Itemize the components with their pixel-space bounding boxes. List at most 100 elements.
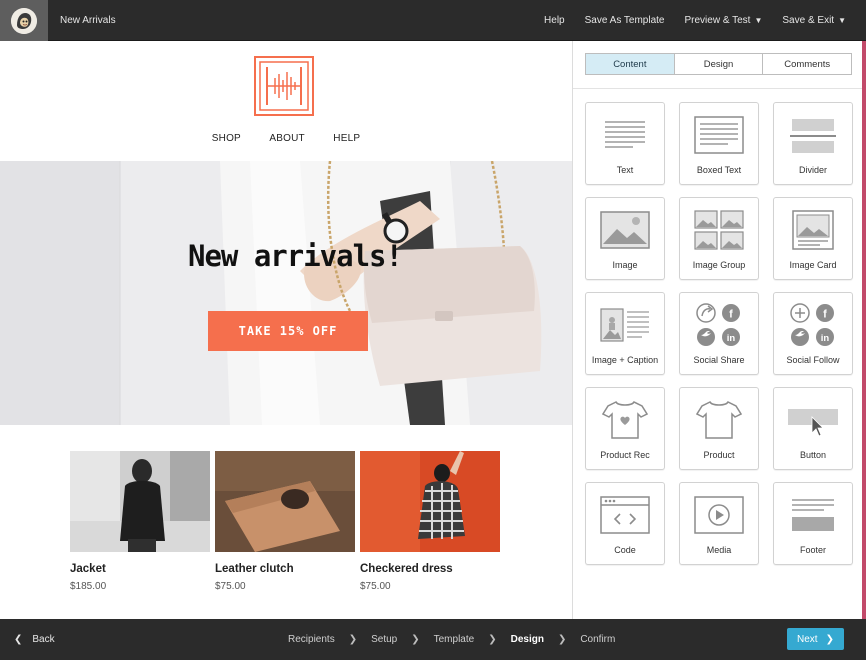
footer-icon: [774, 491, 852, 539]
block-image-group[interactable]: Image Group: [679, 197, 759, 280]
nav-shop[interactable]: SHOP: [212, 133, 241, 144]
image-caption-icon: [586, 301, 664, 349]
freddie-logo-icon: [11, 7, 37, 34]
block-boxed-text[interactable]: Boxed Text: [679, 102, 759, 185]
hero-photo: [0, 161, 572, 425]
block-text[interactable]: Text: [585, 102, 665, 185]
save-exit-label: Save & Exit: [782, 15, 835, 26]
product-card[interactable]: Checkered dress $75.00: [360, 451, 500, 592]
email-nav: SHOP ABOUT HELP: [0, 126, 572, 144]
media-play-icon: [680, 491, 758, 539]
window-edge-accent: [862, 41, 866, 619]
block-footer[interactable]: Footer: [773, 482, 853, 565]
block-image-caption[interactable]: Image + Caption: [585, 292, 665, 375]
chevron-right-icon: ❯: [825, 633, 834, 645]
block-label: Social Follow: [786, 355, 840, 365]
next-label: Next: [797, 633, 818, 645]
code-window-icon: [586, 491, 664, 539]
save-exit-dropdown[interactable]: Save & Exit ▼: [782, 15, 846, 26]
product-price: $185.00: [70, 581, 107, 592]
email-canvas[interactable]: SHOP ABOUT HELP New arrivals! TAKE 15% O…: [0, 41, 572, 619]
block-label: Image: [612, 260, 638, 270]
back-button[interactable]: ❮ Back: [14, 619, 55, 660]
step-template[interactable]: Template: [434, 634, 475, 645]
block-product-rec[interactable]: Product Rec: [585, 387, 665, 470]
hero-cta-button[interactable]: TAKE 15% OFF: [208, 311, 368, 351]
save-as-template-label: Save As Template: [584, 15, 665, 26]
chevron-right-icon: ❯: [557, 634, 567, 645]
block-divider[interactable]: Divider: [773, 102, 853, 185]
product-price: $75.00: [360, 581, 391, 592]
block-label: Button: [799, 450, 827, 460]
brand-logo: [254, 56, 314, 116]
step-confirm[interactable]: Confirm: [580, 634, 615, 645]
block-label: Product Rec: [600, 450, 650, 460]
product-card[interactable]: Leather clutch $75.00: [215, 451, 355, 592]
product-name: Checkered dress: [360, 563, 453, 575]
preview-test-label: Preview & Test: [684, 15, 751, 26]
campaign-title: New Arrivals: [60, 15, 116, 26]
image-card-icon: [774, 206, 852, 254]
svg-text:f: f: [823, 309, 827, 321]
chevron-left-icon: ❮: [14, 634, 23, 645]
product-name: Leather clutch: [215, 563, 294, 575]
panel-tabs: Content Design Comments: [585, 53, 852, 75]
email-header-block[interactable]: SHOP ABOUT HELP: [0, 41, 572, 161]
text-lines-icon: [586, 111, 664, 159]
block-social-follow[interactable]: f in Social Follow: [773, 292, 853, 375]
help-label: Help: [544, 15, 565, 26]
workflow-steps: Recipients ❯ Setup ❯ Template ❯ Design ❯…: [288, 619, 615, 660]
image-icon: [586, 206, 664, 254]
block-label: Boxed Text: [696, 165, 742, 175]
block-label: Text: [616, 165, 634, 175]
product-card[interactable]: Jacket $185.00: [70, 451, 210, 592]
save-as-template-link[interactable]: Save As Template: [585, 15, 665, 26]
bottom-bar: ❮ Back Recipients ❯ Setup ❯ Template ❯ D…: [0, 619, 866, 660]
app-logo[interactable]: [0, 0, 48, 41]
button-cursor-icon: [774, 396, 852, 444]
tab-content[interactable]: Content: [586, 54, 675, 74]
chevron-right-icon: ❯: [348, 634, 358, 645]
product-price: $75.00: [215, 581, 246, 592]
block-code[interactable]: Code: [585, 482, 665, 565]
divider-icon: [774, 111, 852, 159]
help-link[interactable]: Help: [544, 15, 565, 26]
chevron-down-icon: ▼: [754, 16, 763, 25]
back-label: Back: [32, 634, 55, 645]
panel-divider: [573, 88, 866, 89]
block-image-card[interactable]: Image Card: [773, 197, 853, 280]
boxed-text-icon: [680, 111, 758, 159]
preview-test-dropdown[interactable]: Preview & Test ▼: [685, 15, 763, 26]
block-button[interactable]: Button: [773, 387, 853, 470]
product-image-dress: [360, 451, 500, 552]
tab-comments[interactable]: Comments: [763, 54, 852, 74]
block-label: Image Group: [692, 260, 746, 270]
hero-block[interactable]: New arrivals! TAKE 15% OFF: [0, 161, 572, 425]
block-label: Image Card: [789, 260, 837, 270]
block-label: Image + Caption: [591, 355, 659, 365]
block-social-share[interactable]: f in Social Share: [679, 292, 759, 375]
email-builder-app: New Arrivals Help Save As Template Previ…: [0, 0, 866, 660]
block-label: Code: [614, 545, 636, 555]
product-image-jacket: [70, 451, 210, 552]
block-image[interactable]: Image: [585, 197, 665, 280]
step-design[interactable]: Design: [511, 634, 544, 645]
tab-design[interactable]: Design: [674, 54, 764, 74]
chevron-right-icon: ❯: [488, 634, 497, 645]
image-group-icon: [680, 206, 758, 254]
product-tshirt-icon: [680, 396, 758, 444]
next-button[interactable]: Next ❯: [787, 628, 844, 650]
block-label: Media: [706, 545, 732, 555]
block-product[interactable]: Product: [679, 387, 759, 470]
svg-text:in: in: [727, 333, 736, 344]
chevron-down-icon: ▼: [838, 16, 846, 25]
top-actions: Help Save As Template Preview & Test ▼ Sa…: [544, 0, 866, 41]
products-block[interactable]: Jacket $185.00 Leather clutch $75.00 Che…: [70, 451, 510, 601]
product-name: Jacket: [70, 563, 106, 575]
nav-about[interactable]: ABOUT: [269, 133, 304, 144]
step-recipients[interactable]: Recipients: [288, 634, 335, 645]
step-setup[interactable]: Setup: [371, 634, 397, 645]
block-media[interactable]: Media: [679, 482, 759, 565]
nav-help[interactable]: HELP: [333, 133, 360, 144]
block-label: Product: [703, 450, 735, 460]
